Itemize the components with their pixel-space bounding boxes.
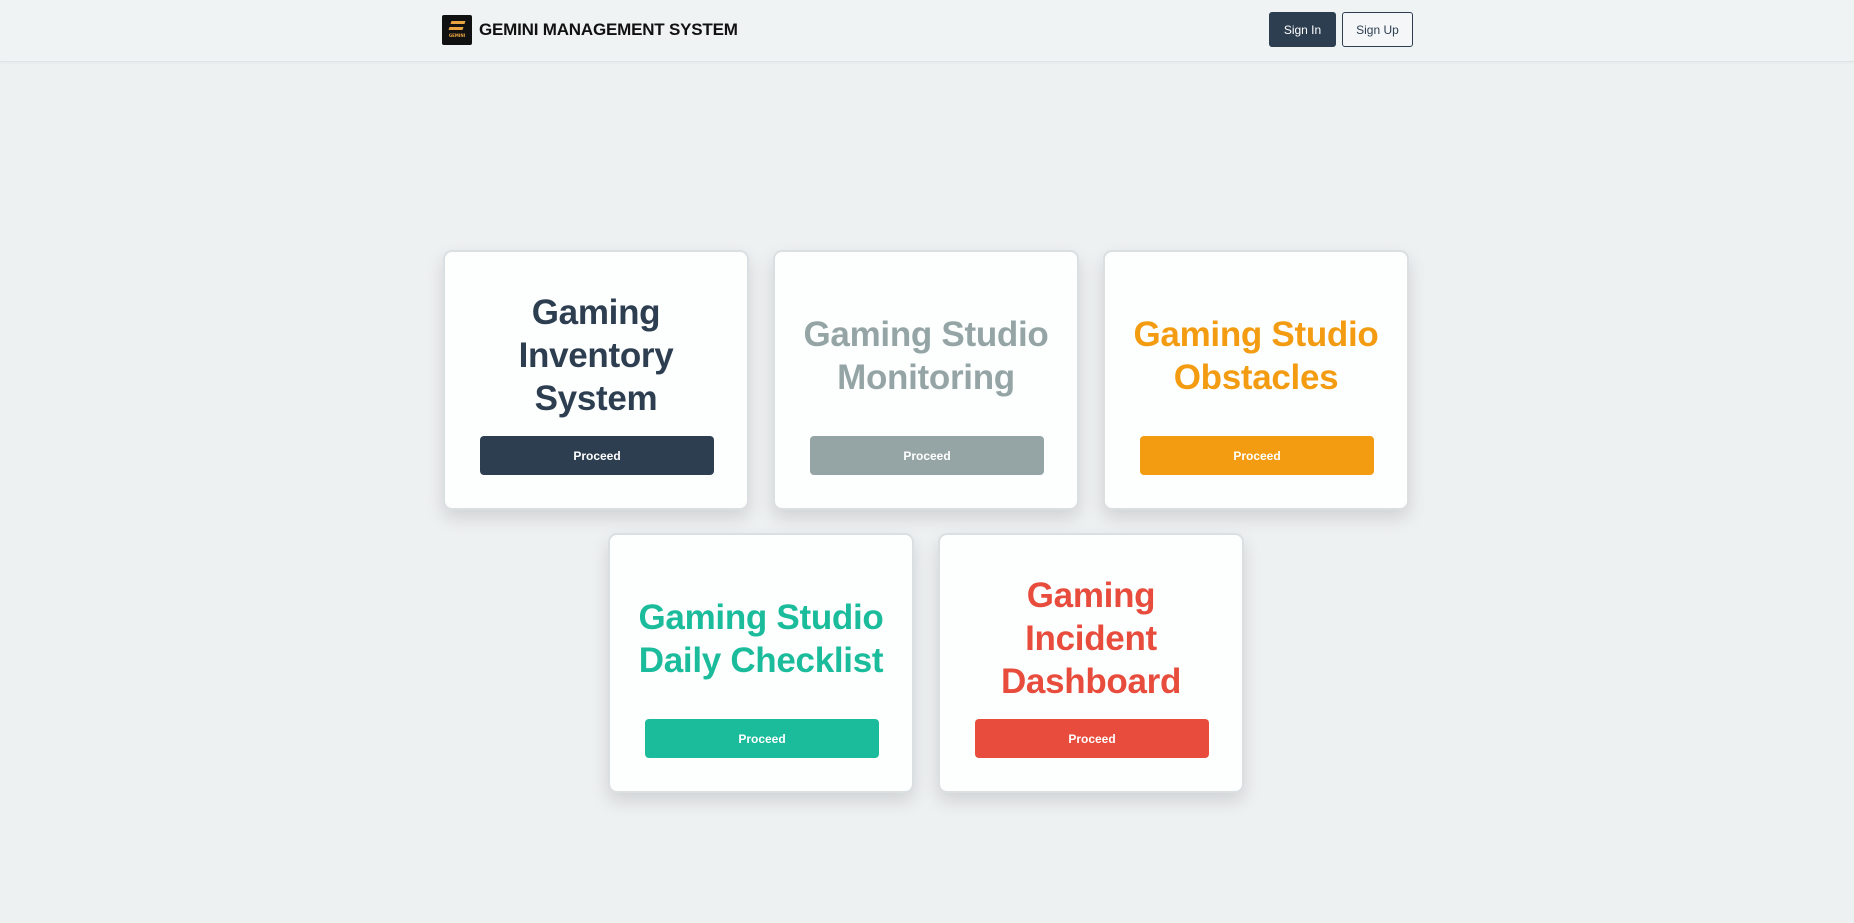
proceed-button-gaming-inventory-system[interactable]: Proceed [480,436,714,475]
card-title: Gaming Inventory System [518,293,674,418]
card-title: Gaming Studio Obstacles [1133,314,1379,397]
card-gaming-studio-obstacles: Gaming Studio Obstacles Proceed [1103,250,1409,510]
card-title: Gaming Incident Dashboard [1000,576,1182,701]
top-navbar: GEMINI GEMINI MANAGEMENT SYSTEM Sign In … [0,0,1854,62]
card-title: Gaming Studio Monitoring [803,314,1049,397]
card-title: Gaming Studio Daily Checklist [638,597,884,680]
card-gaming-incident-dashboard: Gaming Incident Dashboard Proceed [938,533,1244,793]
card-gaming-studio-monitoring: Gaming Studio Monitoring Proceed [773,250,1079,510]
card-gaming-inventory-system: Gaming Inventory System Proceed [443,250,749,510]
sign-in-button[interactable]: Sign In [1269,12,1336,47]
proceed-button-gaming-studio-obstacles[interactable]: Proceed [1140,436,1374,475]
logo-text: GEMINI [448,32,466,38]
brand[interactable]: GEMINI GEMINI MANAGEMENT SYSTEM [442,14,738,45]
proceed-button-gaming-studio-daily-checklist[interactable]: Proceed [645,719,879,758]
sign-up-button[interactable]: Sign Up [1342,12,1413,47]
proceed-button-gaming-studio-monitoring[interactable]: Proceed [810,436,1044,475]
card-gaming-studio-daily-checklist: Gaming Studio Daily Checklist Proceed [608,533,914,793]
gemini-logo-icon: GEMINI [442,14,472,45]
logo-mark [448,20,466,30]
app-title: GEMINI MANAGEMENT SYSTEM [479,19,738,39]
proceed-button-gaming-incident-dashboard[interactable]: Proceed [975,719,1209,758]
